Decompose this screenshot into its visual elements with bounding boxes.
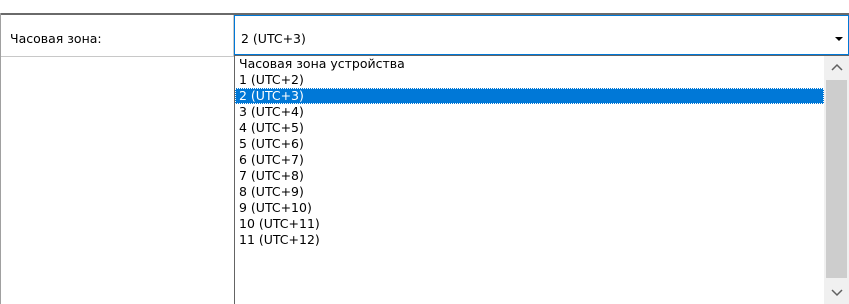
dropdown-option[interactable]: 4 (UTC+5)	[235, 120, 824, 136]
timezone-selected-value: 2 (UTC+3)	[241, 31, 306, 46]
scroll-down-button[interactable]	[824, 282, 849, 304]
caret-down-icon[interactable]	[832, 32, 846, 46]
scroll-up-button[interactable]	[824, 56, 849, 78]
empty-grid-area	[1, 57, 233, 304]
dropdown-option[interactable]: Часовая зона устройства	[235, 56, 824, 72]
timezone-dropdown-list[interactable]: Часовая зона устройства 1 (UTC+2) 2 (UTC+3…	[234, 55, 849, 304]
timezone-label-cell: Часовая зона:	[1, 15, 233, 57]
dropdown-option[interactable]: 9 (UTC+10)	[235, 200, 824, 216]
chevron-down-icon	[830, 286, 844, 301]
dropdown-option[interactable]: 5 (UTC+6)	[235, 136, 824, 152]
dropdown-option-selected[interactable]: 2 (UTC+3)	[235, 88, 824, 104]
dropdown-option[interactable]: 3 (UTC+4)	[235, 104, 824, 120]
dropdown-option[interactable]: 10 (UTC+11)	[235, 216, 824, 232]
dropdown-scrollbar[interactable]	[824, 56, 849, 304]
timezone-label: Часовая зона:	[10, 31, 102, 46]
chevron-up-icon	[830, 60, 844, 75]
dropdown-option[interactable]: 7 (UTC+8)	[235, 168, 824, 184]
dropdown-option[interactable]: 6 (UTC+7)	[235, 152, 824, 168]
dropdown-option[interactable]: 1 (UTC+2)	[235, 72, 824, 88]
timezone-combobox[interactable]: 2 (UTC+3)	[234, 15, 849, 55]
scrollbar-thumb[interactable]	[826, 80, 847, 278]
dropdown-option[interactable]: 11 (UTC+12)	[235, 232, 824, 248]
dropdown-option[interactable]: 8 (UTC+9)	[235, 184, 824, 200]
dropdown-options: Часовая зона устройства 1 (UTC+2) 2 (UTC+3…	[235, 56, 824, 248]
